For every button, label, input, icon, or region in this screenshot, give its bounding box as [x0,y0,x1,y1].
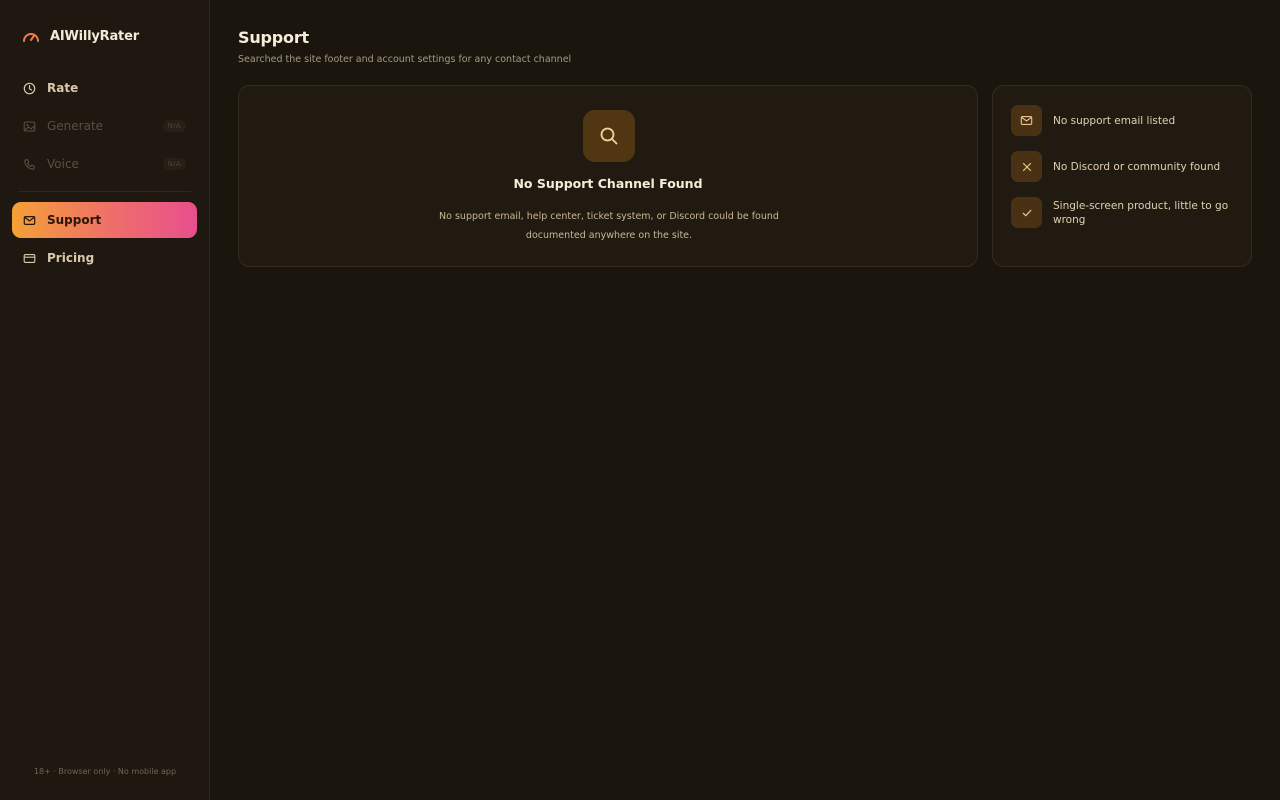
check-icon [1011,197,1042,228]
sidebar-item-pricing[interactable]: Pricing [12,240,197,276]
main-content: Support Searched the site footer and acc… [238,0,1280,800]
finding-text: Single-screen product, little to go wron… [1053,199,1229,226]
finding-item: No support email listed [1011,105,1175,136]
sidebar-item-voice[interactable]: Voice N/A [12,146,197,182]
no-support-card: No Support Channel Found No support emai… [238,85,978,267]
page-subtitle: Searched the site footer and account set… [238,54,572,65]
sidebar-item-label: Pricing [47,251,95,265]
sidebar: AIWillyRater Rate Generate N/A Voice N/A [0,0,210,800]
sidebar-item-generate[interactable]: Generate N/A [12,108,197,144]
nav-divider [18,191,191,192]
x-icon [1011,151,1042,182]
mail-icon [23,214,36,227]
sidebar-item-label: Rate [47,81,79,95]
brand-name: AIWillyRater [50,28,139,44]
mail-icon [1011,105,1042,136]
sidebar-item-label: Support [47,213,102,227]
finding-text: No support email listed [1053,114,1176,127]
page-title: Support [238,28,309,47]
sidebar-item-support[interactable]: Support [12,202,197,238]
sidebar-item-rate[interactable]: Rate [12,70,197,106]
sidebar-nav: Rate Generate N/A Voice N/A Support Pric… [12,70,197,276]
card-title: No Support Channel Found [513,176,703,191]
findings-card: No support email listed No Discord or co… [992,85,1252,267]
na-badge: N/A [162,158,186,170]
search-icon [583,110,635,162]
clock-icon [23,82,36,95]
na-badge: N/A [162,120,186,132]
card-description-line: documented anywhere on the site. [525,230,693,241]
image-icon [23,120,36,133]
credit-card-icon [23,252,36,265]
finding-item: Single-screen product, little to go wron… [1011,197,1231,228]
finding-text: No Discord or community found [1053,160,1221,173]
sidebar-item-label: Generate [47,119,104,133]
sidebar-item-label: Voice [47,157,79,171]
card-description: No support email, help center, ticket sy… [419,207,799,245]
finding-item: No Discord or community found [1011,151,1220,182]
brand[interactable]: AIWillyRater [22,27,139,45]
phone-icon [23,158,36,171]
footer-note: 18+ · Browser only · No mobile app [33,767,177,776]
card-description-line: No support email, help center, ticket sy… [439,211,779,222]
gauge-icon [22,27,40,45]
